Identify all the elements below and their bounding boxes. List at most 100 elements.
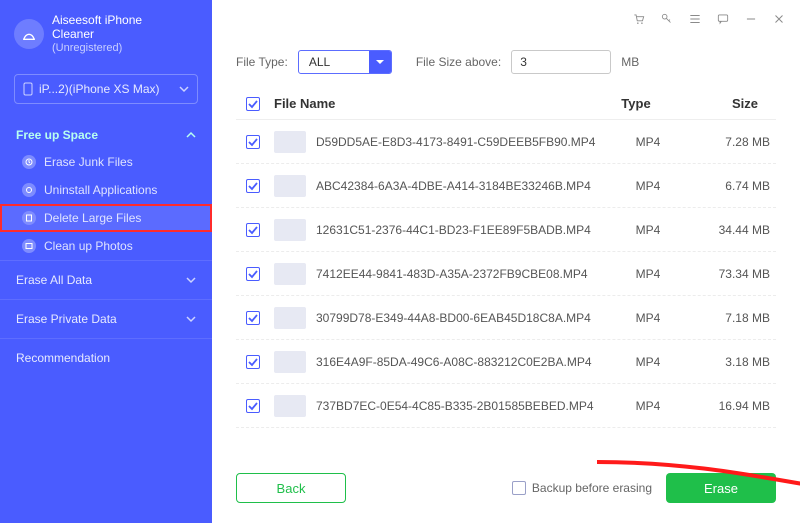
nav-recommendation-label: Recommendation bbox=[16, 351, 110, 365]
sidebar-item-uninstall[interactable]: Uninstall Applications bbox=[0, 176, 212, 204]
brand-title: Aiseesoft iPhone bbox=[52, 14, 142, 28]
sidebar-item-large-files-label: Delete Large Files bbox=[44, 211, 141, 225]
sidebar-item-large-files[interactable]: Delete Large Files bbox=[0, 204, 212, 232]
table-row[interactable]: ABC42384-6A3A-4DBE-A414-3184BE33246B.MP4… bbox=[236, 164, 776, 208]
col-type[interactable]: Type bbox=[598, 96, 674, 111]
cart-icon[interactable] bbox=[632, 12, 646, 26]
file-size: 7.18 MB bbox=[686, 311, 776, 325]
table-row[interactable]: D59DD5AE-E8D3-4173-8491-C59DEEB5FB90.MP4… bbox=[236, 120, 776, 164]
feedback-icon[interactable] bbox=[716, 12, 730, 26]
sidebar-item-uninstall-label: Uninstall Applications bbox=[44, 183, 157, 197]
sidebar-item-junk-label: Erase Junk Files bbox=[44, 155, 133, 169]
key-icon[interactable] bbox=[660, 12, 674, 26]
video-thumb-icon bbox=[274, 131, 306, 153]
row-checkbox[interactable] bbox=[246, 355, 260, 369]
video-thumb-icon bbox=[274, 395, 306, 417]
nav-free-up-space: Free up Space Erase Junk Files Uninstall… bbox=[0, 114, 212, 260]
close-icon[interactable] bbox=[772, 12, 786, 26]
select-all-checkbox[interactable] bbox=[246, 97, 260, 111]
row-checkbox[interactable] bbox=[246, 311, 260, 325]
file-size-unit: MB bbox=[621, 55, 639, 69]
row-checkbox[interactable] bbox=[246, 399, 260, 413]
file-size: 3.18 MB bbox=[686, 355, 776, 369]
video-thumb-icon bbox=[274, 219, 306, 241]
gear-icon bbox=[22, 183, 36, 197]
table-body[interactable]: D59DD5AE-E8D3-4173-8491-C59DEEB5FB90.MP4… bbox=[236, 120, 776, 453]
file-type: MP4 bbox=[610, 223, 686, 237]
file-name: 12631C51-2376-44C1-BD23-F1EE89F5BADB.MP4 bbox=[316, 223, 591, 237]
nav-erase-all[interactable]: Erase All Data bbox=[0, 260, 212, 299]
file-type: MP4 bbox=[610, 311, 686, 325]
back-button[interactable]: Back bbox=[236, 473, 346, 503]
file-type: MP4 bbox=[610, 135, 686, 149]
table-row[interactable]: 7412EE44-9841-483D-A35A-2372FB9CBE08.MP4… bbox=[236, 252, 776, 296]
menu-icon[interactable] bbox=[688, 12, 702, 26]
file-type: MP4 bbox=[610, 179, 686, 193]
backup-label: Backup before erasing bbox=[532, 481, 652, 495]
row-checkbox[interactable] bbox=[246, 223, 260, 237]
chevron-down-icon bbox=[186, 275, 196, 285]
main: File Type: ALL File Size above: MB File … bbox=[212, 0, 800, 523]
row-checkbox[interactable] bbox=[246, 179, 260, 193]
nav-erase-all-label: Erase All Data bbox=[16, 273, 92, 287]
video-thumb-icon bbox=[274, 351, 306, 373]
sidebar: Aiseesoft iPhone Cleaner (Unregistered) … bbox=[0, 0, 212, 523]
brand: Aiseesoft iPhone Cleaner (Unregistered) bbox=[0, 10, 212, 64]
file-type: MP4 bbox=[610, 399, 686, 413]
brand-status: (Unregistered) bbox=[52, 42, 142, 55]
footer: Back Backup before erasing Erase bbox=[212, 453, 800, 523]
device-label: iP...2)(iPhone XS Max) bbox=[39, 82, 160, 96]
file-size: 16.94 MB bbox=[686, 399, 776, 413]
table-row[interactable]: 30799D78-E349-44A8-BD00-6EAB45D18C8A.MP4… bbox=[236, 296, 776, 340]
sidebar-item-photos-label: Clean up Photos bbox=[44, 239, 133, 253]
table-header: File Name Type Size bbox=[236, 88, 776, 120]
sidebar-item-junk[interactable]: Erase Junk Files bbox=[0, 148, 212, 176]
file-type: MP4 bbox=[610, 355, 686, 369]
table-row[interactable]: 737BD7EC-0E54-4C85-B335-2B01585BEBED.MP4… bbox=[236, 384, 776, 428]
row-checkbox[interactable] bbox=[246, 267, 260, 281]
filters: File Type: ALL File Size above: MB bbox=[212, 32, 800, 88]
sidebar-item-photos[interactable]: Clean up Photos bbox=[0, 232, 212, 260]
file-size-input[interactable] bbox=[511, 50, 611, 74]
nav-header-free-label: Free up Space bbox=[16, 128, 98, 142]
image-icon bbox=[22, 239, 36, 253]
col-name[interactable]: File Name bbox=[270, 96, 598, 111]
erase-button[interactable]: Erase bbox=[666, 473, 776, 503]
clock-icon bbox=[22, 155, 36, 169]
table-row[interactable]: 12631C51-2376-44C1-BD23-F1EE89F5BADB.MP4… bbox=[236, 208, 776, 252]
app-root: Aiseesoft iPhone Cleaner (Unregistered) … bbox=[0, 0, 800, 523]
nav-header-free[interactable]: Free up Space bbox=[0, 122, 212, 148]
minimize-icon[interactable] bbox=[744, 12, 758, 26]
file-name: 7412EE44-9841-483D-A35A-2372FB9CBE08.MP4 bbox=[316, 267, 588, 281]
file-size: 34.44 MB bbox=[686, 223, 776, 237]
file-name: 30799D78-E349-44A8-BD00-6EAB45D18C8A.MP4 bbox=[316, 311, 591, 325]
phone-icon bbox=[23, 82, 33, 96]
backup-checkbox[interactable] bbox=[512, 481, 526, 495]
file-type-value: ALL bbox=[299, 55, 369, 69]
file-size: 6.74 MB bbox=[686, 179, 776, 193]
file-type: MP4 bbox=[610, 267, 686, 281]
video-thumb-icon bbox=[274, 263, 306, 285]
titlebar bbox=[212, 0, 800, 32]
file-name: D59DD5AE-E8D3-4173-8491-C59DEEB5FB90.MP4 bbox=[316, 135, 595, 149]
file-type-select[interactable]: ALL bbox=[298, 50, 392, 74]
chevron-down-icon bbox=[179, 84, 189, 94]
device-selector[interactable]: iP...2)(iPhone XS Max) bbox=[14, 74, 198, 104]
row-checkbox[interactable] bbox=[246, 135, 260, 149]
nav-erase-private-label: Erase Private Data bbox=[16, 312, 117, 326]
file-name: 737BD7EC-0E54-4C85-B335-2B01585BEBED.MP4 bbox=[316, 399, 594, 413]
backup-before-erasing[interactable]: Backup before erasing bbox=[512, 481, 652, 495]
file-name: 316E4A9F-85DA-49C6-A08C-883212C0E2BA.MP4 bbox=[316, 355, 592, 369]
file-size: 7.28 MB bbox=[686, 135, 776, 149]
chevron-down-icon bbox=[186, 314, 196, 324]
file-size-label: File Size above: bbox=[416, 55, 501, 69]
file-name: ABC42384-6A3A-4DBE-A414-3184BE33246B.MP4 bbox=[316, 179, 591, 193]
chevron-down-icon bbox=[369, 50, 391, 74]
brand-subtitle: Cleaner bbox=[52, 28, 142, 42]
file-icon bbox=[22, 211, 36, 225]
nav-recommendation[interactable]: Recommendation bbox=[0, 338, 212, 377]
nav-erase-private[interactable]: Erase Private Data bbox=[0, 299, 212, 338]
file-size: 73.34 MB bbox=[686, 267, 776, 281]
col-size[interactable]: Size bbox=[674, 96, 764, 111]
table-row[interactable]: 316E4A9F-85DA-49C6-A08C-883212C0E2BA.MP4… bbox=[236, 340, 776, 384]
